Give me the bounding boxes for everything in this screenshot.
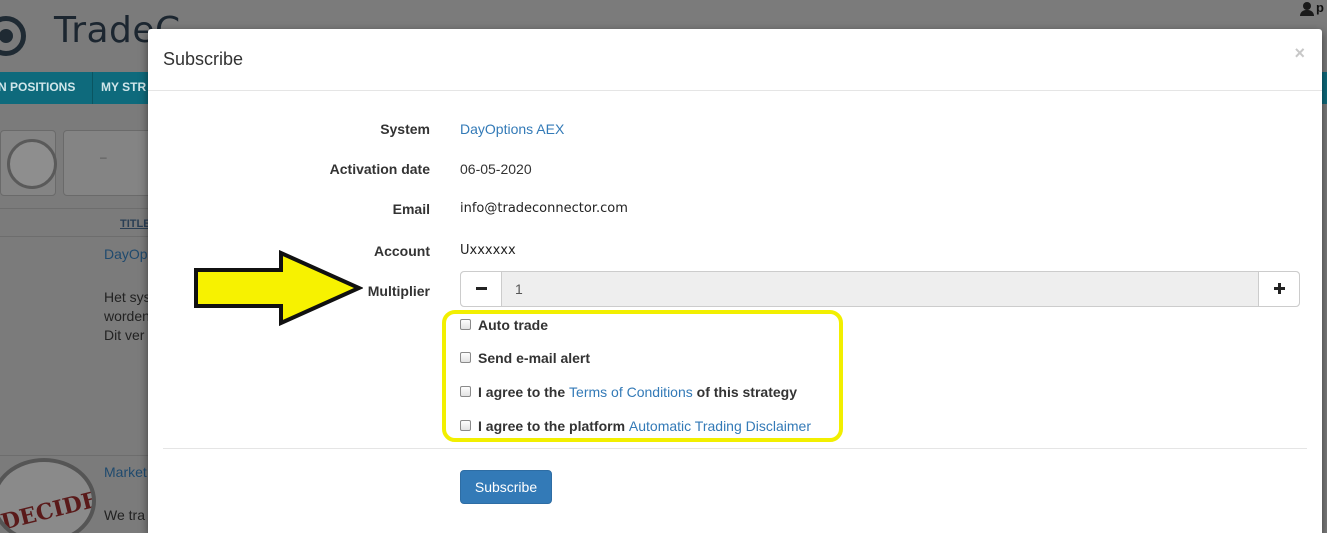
highlight-annotation: [442, 310, 843, 442]
system-link[interactable]: DayOptions AEX: [460, 121, 564, 137]
card-placeholder: –: [100, 150, 107, 164]
email-label: Email: [392, 201, 430, 217]
clock-image-text: DECIDE: [0, 486, 96, 533]
multiplier-stepper: 1: [460, 271, 1300, 307]
nav-item-positions[interactable]: N POSITIONS: [0, 80, 75, 94]
table-divider: [0, 208, 160, 209]
plus-icon[interactable]: [1258, 272, 1299, 306]
logo-mark-icon: [0, 16, 26, 56]
strategy-thumbnail[interactable]: [0, 130, 57, 196]
table-divider: [0, 236, 160, 237]
subscribe-button[interactable]: Subscribe: [460, 470, 552, 504]
modal-divider: [163, 448, 1307, 449]
account-label: Account: [374, 243, 430, 259]
multiplier-input[interactable]: 1: [515, 281, 523, 297]
table-row-text: Het sys: [104, 289, 151, 305]
account-value: Uxxxxxx: [460, 243, 516, 258]
column-header-title[interactable]: TITLE: [120, 218, 151, 230]
close-icon[interactable]: ×: [1294, 43, 1305, 64]
activation-date-row: Activation date 06-05-2020: [148, 157, 1322, 181]
activation-date-label: Activation date: [329, 161, 430, 177]
modal-title: Subscribe: [163, 49, 244, 69]
minus-icon[interactable]: [461, 272, 502, 306]
table-row-text: We tra: [104, 507, 145, 523]
email-value: info@tradeconnector.com: [460, 201, 628, 216]
multiplier-label: Multiplier: [367, 283, 430, 299]
user-name[interactable]: p: [1316, 0, 1324, 15]
table-row-text: Dit ver: [104, 327, 145, 343]
table-row-title-link[interactable]: DayOp: [104, 246, 148, 262]
nav-item-my-strategies[interactable]: MY STR: [101, 80, 146, 94]
system-label: System: [380, 121, 430, 137]
system-row: System DayOptions AEX: [148, 117, 1322, 141]
table-divider: [0, 455, 160, 456]
activation-date-value: 06-05-2020: [460, 161, 532, 177]
table-row-title-link[interactable]: Market: [104, 464, 147, 480]
user-icon[interactable]: [1300, 2, 1314, 16]
modal-header: Subscribe ×: [148, 29, 1322, 91]
table-row-text: worden: [104, 308, 150, 324]
strategy-clock-image: DECIDE: [0, 458, 96, 533]
arrow-annotation-icon: [194, 250, 363, 326]
nav-separator: [92, 72, 93, 104]
email-row: Email info@tradeconnector.com: [148, 197, 1322, 221]
strategy-card[interactable]: [63, 130, 153, 196]
